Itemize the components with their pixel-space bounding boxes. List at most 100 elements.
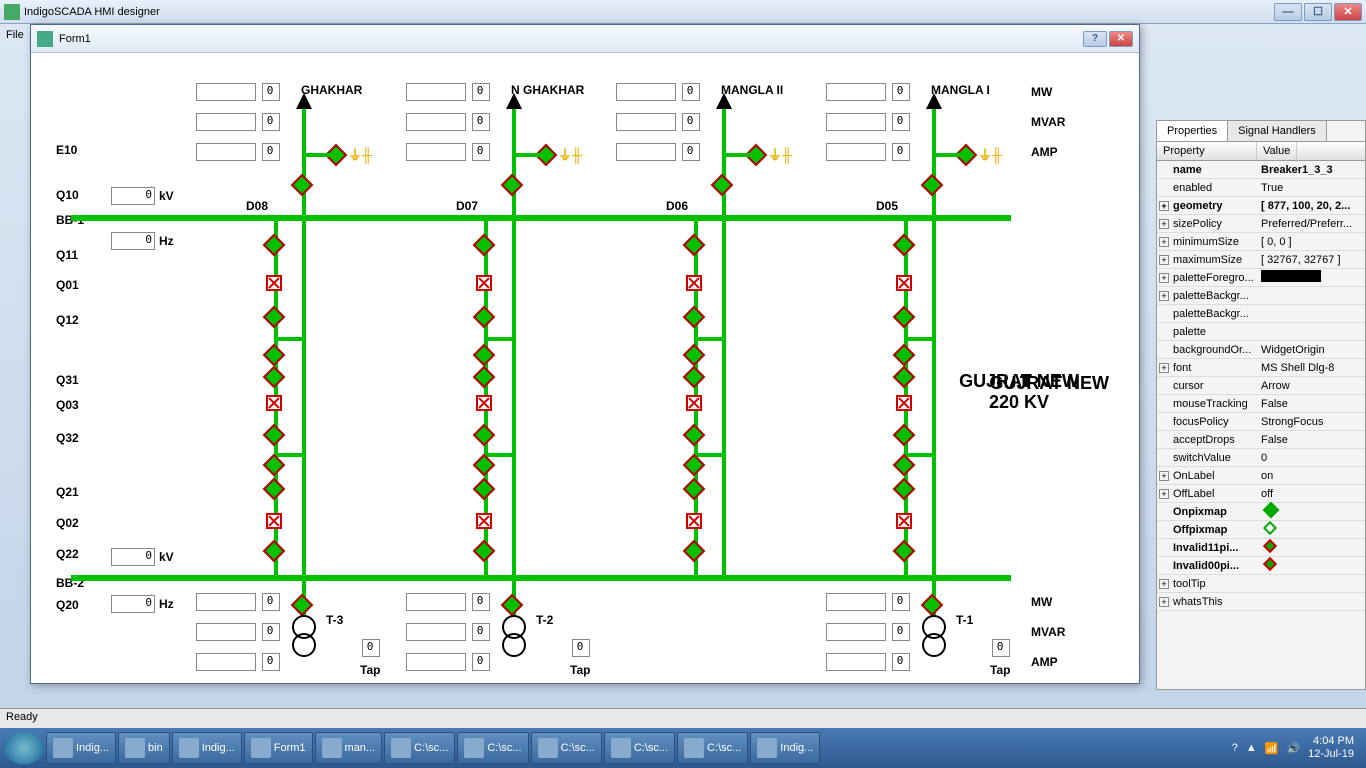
disconnector [683,366,706,389]
taskbar-item[interactable]: C:\sc... [604,732,675,764]
menu-file[interactable]: File [6,29,24,41]
taskbar-item[interactable]: C:\sc... [457,732,528,764]
line [722,217,726,577]
taskbar-item[interactable]: Form1 [244,732,313,764]
row-label: Q02 [56,516,79,530]
line [904,453,934,457]
unit-label: AMP [1031,655,1058,669]
property-row[interactable]: palette [1157,323,1365,341]
property-row[interactable]: backgroundOr...WidgetOrigin [1157,341,1365,359]
property-row[interactable]: +sizePolicyPreferred/Preferr... [1157,215,1365,233]
tray-flag-icon[interactable]: ▲ [1246,742,1257,754]
row-label: Q03 [56,398,79,412]
station-title: GUJRAT NEW220 KV [949,371,1089,413]
value-box [616,113,676,131]
digit-box: 0 [472,593,490,611]
line [484,337,514,341]
form-close-button[interactable]: ✕ [1109,31,1133,47]
property-row[interactable]: +geometry[ 877, 100, 20, 2... [1157,197,1365,215]
close-button[interactable]: ✕ [1334,3,1362,21]
property-row[interactable]: +OffLabeloff [1157,485,1365,503]
taskbar-item[interactable]: bin [118,732,170,764]
disconnector [473,478,496,501]
property-row[interactable]: +paletteBackgr... [1157,287,1365,305]
minimize-button[interactable]: — [1274,3,1302,21]
tab-properties[interactable]: Properties [1157,121,1228,141]
line [694,337,724,341]
value-box: 0 [111,595,155,613]
digit-box: 0 [892,143,910,161]
property-row[interactable]: +minimumSize[ 0, 0 ] [1157,233,1365,251]
breaker [476,275,492,291]
transformer-name: T-3 [326,613,343,627]
value-box [826,653,886,671]
taskbar-item[interactable]: Indig... [750,732,820,764]
disconnector [473,366,496,389]
digit-box: 0 [262,143,280,161]
taskbar-item[interactable]: man... [315,732,383,764]
property-row[interactable]: Invalid11pi... [1157,539,1365,557]
tray-net-icon[interactable]: 📶 [1265,742,1279,755]
property-row[interactable]: acceptDropsFalse [1157,431,1365,449]
tap-box: 0 [992,639,1010,657]
disconnector [263,478,286,501]
property-row[interactable]: Offpixmap [1157,521,1365,539]
disconnector [263,366,286,389]
property-row[interactable]: Invalid00pi... [1157,557,1365,575]
disconnector [473,306,496,329]
unit-label: kV [159,189,174,203]
help-icon[interactable]: ? [1232,742,1238,754]
line [302,109,306,217]
digit-box: 0 [262,83,280,101]
value-box [196,83,256,101]
value-box [826,113,886,131]
property-row[interactable]: +paletteForegro... [1157,269,1365,287]
value-box: 0 [111,548,155,566]
value-box [616,83,676,101]
property-row[interactable]: focusPolicyStrongFocus [1157,413,1365,431]
taskbar-item[interactable]: Indig... [46,732,116,764]
property-row[interactable]: paletteBackgr... [1157,305,1365,323]
form1-window: Form1 ? ✕ E10Q10BB-1Q11Q01Q12Q31Q03Q32Q2… [30,24,1140,684]
property-row[interactable]: enabledTrue [1157,179,1365,197]
disconnector [893,234,916,257]
property-row[interactable]: +OnLabelon [1157,467,1365,485]
unit-label: MW [1031,85,1052,99]
start-button[interactable] [4,732,44,764]
disconnector [473,344,496,367]
tap-label: Tap [360,663,380,677]
value-box [406,143,466,161]
maximize-button[interactable]: ☐ [1304,3,1332,21]
digit-box: 0 [472,623,490,641]
value-box [406,83,466,101]
breaker [686,513,702,529]
property-row[interactable]: mouseTrackingFalse [1157,395,1365,413]
property-row[interactable]: +fontMS Shell Dlg-8 [1157,359,1365,377]
line [516,153,540,157]
taskbar-item[interactable]: Indig... [172,732,242,764]
property-row[interactable]: cursorArrow [1157,377,1365,395]
unit-label: Hz [159,234,174,248]
taskbar-item[interactable]: C:\sc... [384,732,455,764]
disconnector [893,344,916,367]
clock[interactable]: 4:04 PM 12-Jul-19 [1308,735,1354,761]
digit-box: 0 [262,113,280,131]
property-row[interactable]: nameBreaker1_3_3 [1157,161,1365,179]
property-row[interactable]: Onpixmap [1157,503,1365,521]
property-row[interactable]: +maximumSize[ 32767, 32767 ] [1157,251,1365,269]
tab-signal-handlers[interactable]: Signal Handlers [1228,121,1327,141]
app-titlebar: IndigoSCADA HMI designer — ☐ ✕ [0,0,1366,24]
taskbar-item[interactable]: C:\sc... [531,732,602,764]
taskbar-item[interactable]: C:\sc... [677,732,748,764]
property-row[interactable]: +whatsThis [1157,593,1365,611]
tray-vol-icon[interactable]: 🔊 [1286,742,1300,755]
property-row[interactable]: switchValue0 [1157,449,1365,467]
form-help-button[interactable]: ? [1083,31,1107,47]
line [274,337,304,341]
transformer-icon [922,615,950,659]
property-row[interactable]: +toolTip [1157,575,1365,593]
value-box [196,593,256,611]
hmi-canvas[interactable]: E10Q10BB-1Q11Q01Q12Q31Q03Q32Q21Q02Q22BB-… [31,53,1139,683]
value-box [196,653,256,671]
value-box [826,593,886,611]
